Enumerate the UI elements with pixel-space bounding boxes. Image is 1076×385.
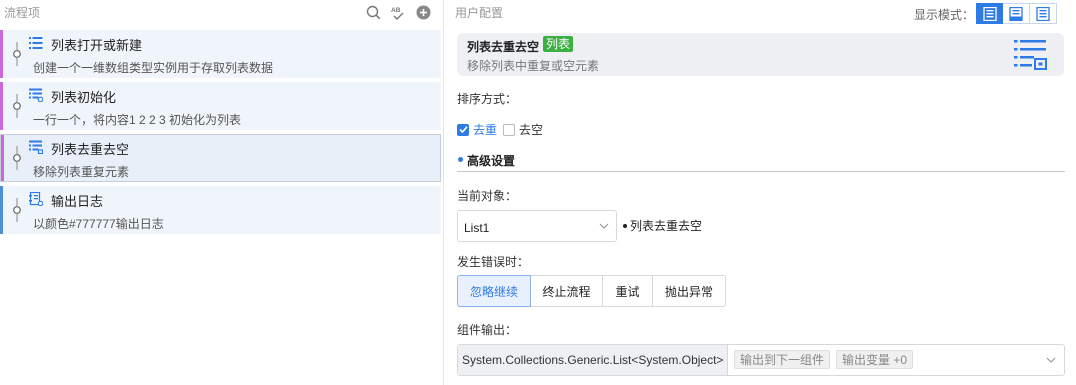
display-mode-label: 显示模式： — [913, 8, 974, 22]
step-description: 创建一个一维数组类型实例用于存取列表数据 — [33, 61, 274, 75]
on-error-button-group: 忽略继续 终止流程 重试 抛出异常 — [457, 275, 726, 307]
user-config-header: 用户配置 显示模式： — [455, 2, 1066, 26]
flow-step-output-log[interactable]: 输出日志 以颜色#777777输出日志 — [0, 186, 441, 234]
display-mode-full-button[interactable] — [976, 3, 1003, 24]
flow-items-toolbar: AB — [365, 5, 437, 21]
dedup-checkbox-label[interactable]: 去重 — [473, 121, 497, 138]
component-category-badge: 列表 — [543, 36, 574, 52]
current-object-value: List1 — [464, 221, 490, 235]
flow-step-list-init[interactable]: 列表初始化 一行一个，将内容1 2 2 3 初始化为列表 — [0, 82, 441, 130]
ignore-continue-button[interactable]: 忽略继续 — [457, 275, 531, 307]
output-variable-chip[interactable]: 输出变量 +0 — [836, 350, 914, 369]
step-color-bar — [1, 135, 4, 181]
output-to-next-chip[interactable]: 输出到下一组件 — [734, 350, 831, 369]
connector-pin-icon — [13, 42, 21, 66]
remove-empty-checkbox[interactable] — [503, 123, 516, 136]
sort-options: 去重 去空 — [457, 121, 549, 138]
step-color-bar — [0, 186, 3, 234]
flow-items-panel: 流程项 AB 列表打开或新建 创建一个一维数组类型实例用于存取列表数据 列表初始… — [0, 0, 444, 385]
output-type: System.Collections.Generic.List<System.O… — [458, 345, 728, 375]
log-icon — [29, 192, 43, 206]
connector-pin-icon — [13, 198, 21, 222]
step-color-bar — [0, 82, 3, 130]
spell-check-icon[interactable]: AB — [390, 5, 406, 21]
step-title: 列表去重去空 — [51, 142, 130, 157]
step-title: 列表初始化 — [51, 90, 117, 105]
check-icon — [458, 126, 468, 134]
mode-compact-icon — [1009, 6, 1023, 21]
svg-text:AB: AB — [391, 7, 401, 14]
advanced-settings-title: 高级设置 — [467, 154, 516, 168]
on-error-label: 发生错误时： — [457, 255, 530, 269]
section-bullet-icon — [458, 157, 463, 162]
current-object-select[interactable]: List1 — [457, 210, 617, 242]
chevron-down-icon[interactable] — [1046, 356, 1056, 364]
step-description: 一行一个，将内容1 2 2 3 初始化为列表 — [33, 113, 242, 127]
search-icon[interactable] — [365, 5, 381, 21]
current-object-note-text: 列表去重去空 — [630, 219, 703, 233]
flow-step-list: 列表打开或新建 创建一个一维数组类型实例用于存取列表数据 列表初始化 一行一个，… — [0, 30, 444, 238]
retry-button[interactable]: 重试 — [603, 275, 653, 307]
terminate-flow-button[interactable]: 终止流程 — [531, 275, 603, 307]
connector-pin-icon — [13, 146, 21, 170]
dedup-checkbox[interactable] — [457, 123, 469, 136]
step-description: 移除列表重复元素 — [33, 165, 130, 179]
component-description: 移除列表中重复或空元素 — [467, 59, 600, 73]
step-title: 输出日志 — [51, 194, 104, 209]
remove-empty-checkbox-label[interactable]: 去空 — [519, 121, 543, 138]
current-object-note: 列表去重去空 — [621, 217, 702, 234]
mode-list-icon — [1036, 6, 1050, 21]
component-title: 列表去重去空 — [467, 40, 540, 54]
throw-exception-button[interactable]: 抛出异常 — [653, 275, 726, 307]
bullet-icon — [623, 223, 627, 228]
user-config-panel: 用户配置 显示模式： 列表去重去空 列表 移除列表中重复或空元素 排序方式： 去… — [445, 0, 1076, 385]
user-config-title: 用户配置 — [455, 6, 504, 20]
mode-full-icon — [982, 6, 997, 21]
component-output-select[interactable]: System.Collections.Generic.List<System.O… — [457, 344, 1065, 376]
chevron-down-icon — [599, 223, 609, 229]
list-init-icon — [29, 88, 43, 102]
step-color-bar — [0, 30, 3, 78]
current-object-label: 当前对象： — [457, 189, 518, 203]
list-dedup-icon — [29, 140, 43, 154]
list-icon — [29, 37, 43, 49]
component-info-card: 列表去重去空 列表 移除列表中重复或空元素 — [457, 33, 1064, 76]
flow-items-title: 流程项 — [4, 6, 41, 20]
list-config-icon — [1014, 40, 1047, 70]
display-mode-list-button[interactable] — [1030, 3, 1057, 24]
connector-pin-icon — [13, 94, 21, 118]
sort-method-label: 排序方式： — [457, 92, 518, 106]
add-circle-icon[interactable] — [415, 5, 431, 21]
advanced-settings-section: 高级设置 — [457, 151, 1065, 172]
component-output-label: 组件输出： — [457, 323, 518, 337]
display-mode-switch — [976, 3, 1057, 24]
flow-step-list-dedup[interactable]: 列表去重去空 移除列表重复元素 — [0, 134, 441, 182]
flow-items-header: 流程项 AB — [0, 0, 443, 25]
step-title: 列表打开或新建 — [51, 38, 143, 53]
flow-step-list-open[interactable]: 列表打开或新建 创建一个一维数组类型实例用于存取列表数据 — [0, 30, 441, 78]
display-mode-compact-button[interactable] — [1003, 3, 1030, 24]
step-description: 以颜色#777777输出日志 — [33, 217, 164, 231]
